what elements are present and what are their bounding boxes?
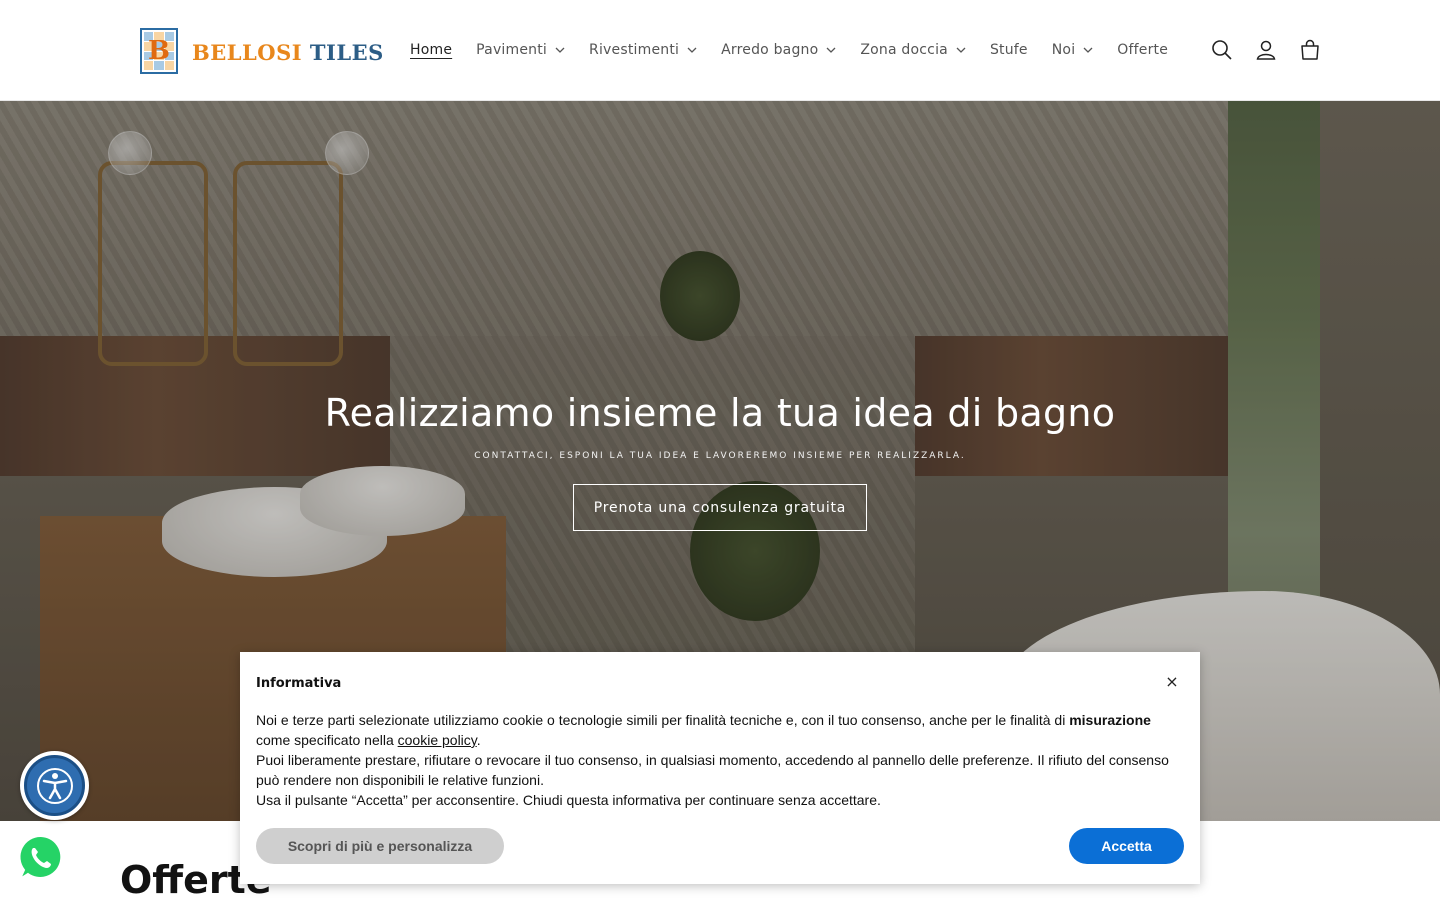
cart-icon[interactable] (1288, 28, 1332, 72)
nav-item-noi[interactable]: Noi (1040, 42, 1106, 58)
hero-subtitle: CONTATTACI, ESPONI LA TUA IDEA E LAVORER… (474, 451, 966, 461)
accessibility-button[interactable] (20, 751, 89, 820)
nav-item-stufe[interactable]: Stufe (978, 42, 1040, 58)
cookie-text: Noi e terze parti selezionate utilizziam… (256, 712, 1169, 808)
nav-item-arredo-bagno[interactable]: Arredo bagno (709, 42, 848, 58)
close-icon[interactable]: × (1164, 674, 1180, 690)
nav-item-home[interactable]: Home (398, 42, 464, 58)
main-nav: Home Pavimenti Rivestimenti Arredo bagno… (398, 30, 1180, 70)
nav-item-zona-doccia[interactable]: Zona doccia (848, 42, 978, 58)
whatsapp-icon (17, 834, 63, 882)
accept-button[interactable]: Accetta (1069, 828, 1184, 864)
chevron-down-icon (687, 47, 697, 53)
cookie-title: Informativa (256, 676, 342, 691)
cookie-banner: Informativa × Noi e terze parti selezion… (240, 652, 1200, 884)
whatsapp-button[interactable] (15, 832, 67, 884)
nav-item-rivestimenti[interactable]: Rivestimenti (577, 42, 709, 58)
nav-item-pavimenti[interactable]: Pavimenti (464, 42, 577, 58)
accessibility-icon (36, 767, 73, 804)
customize-button[interactable]: Scopri di più e personalizza (256, 828, 504, 864)
site-logo[interactable]: B BELLOSI TILES (140, 28, 384, 74)
logo-mark: B (140, 28, 178, 74)
site-header: B BELLOSI TILES Home Pavimenti Rivestime… (0, 0, 1440, 101)
book-consultation-button[interactable]: Prenota una consulenza gratuita (573, 484, 867, 531)
chevron-down-icon (826, 47, 836, 53)
nav-item-offerte[interactable]: Offerte (1105, 42, 1180, 58)
chevron-down-icon (1083, 47, 1093, 53)
header-actions (1200, 28, 1332, 72)
chevron-down-icon (555, 47, 565, 53)
logo-text: BELLOSI TILES (192, 39, 384, 65)
search-icon[interactable] (1200, 28, 1244, 72)
chevron-down-icon (956, 47, 966, 53)
cookie-policy-link[interactable]: cookie policy (398, 732, 477, 748)
hero-title: Realizziamo insieme la tua idea di bagno (324, 391, 1116, 435)
account-icon[interactable] (1244, 28, 1288, 72)
